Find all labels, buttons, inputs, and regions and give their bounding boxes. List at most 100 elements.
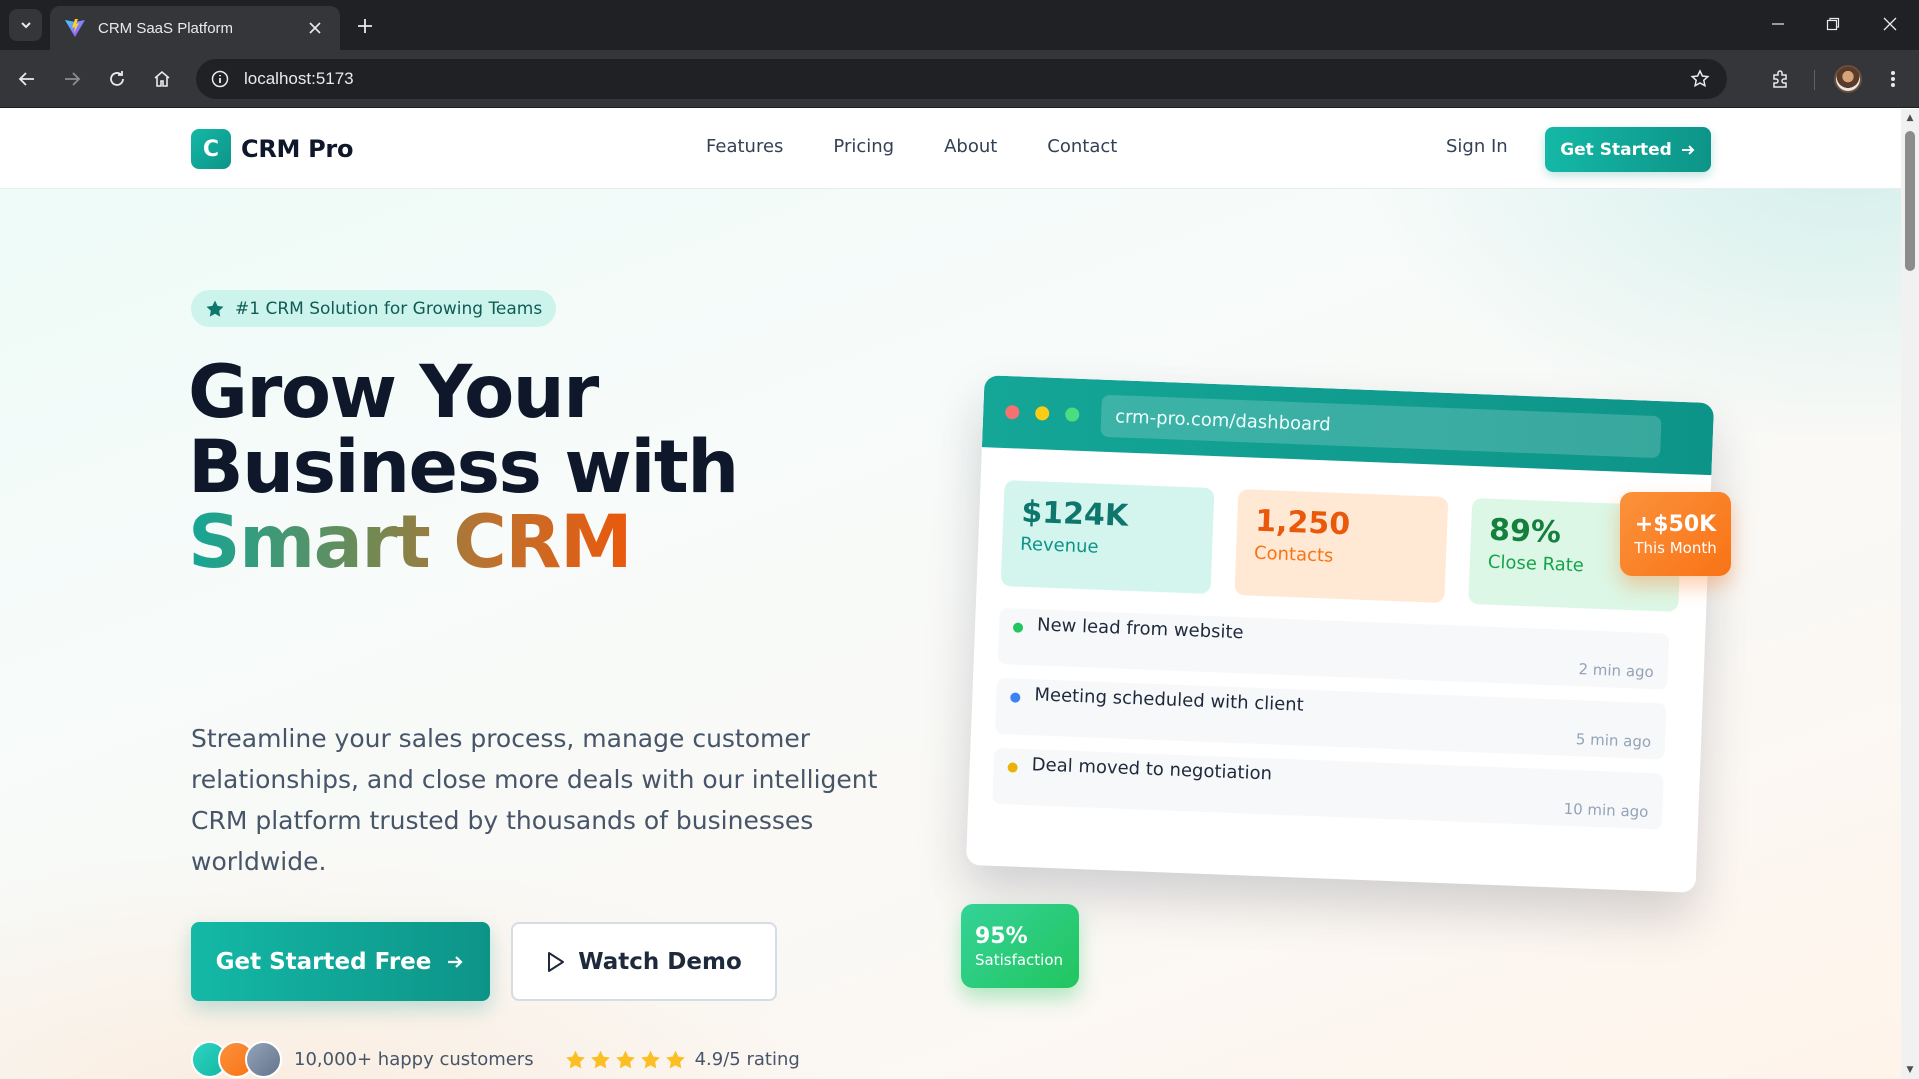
activity-dot-blue: [1010, 692, 1021, 703]
site-info-icon[interactable]: [206, 65, 234, 93]
forward-button[interactable]: [55, 62, 89, 96]
rating-stars: [564, 1049, 687, 1071]
watch-demo-button[interactable]: Watch Demo: [511, 922, 777, 1001]
dashboard-card: crm-pro.com/dashboard $124K Revenue 1,25…: [965, 375, 1715, 893]
dashboard-url: crm-pro.com/dashboard: [1100, 394, 1662, 459]
star-icon: [640, 1050, 660, 1068]
satisfaction-value: 95%: [975, 923, 1028, 949]
back-button[interactable]: [10, 62, 44, 96]
address-bar[interactable]: localhost:5173: [196, 59, 1727, 99]
brand-mark: C: [191, 129, 231, 169]
activity-time: 5 min ago: [1575, 730, 1652, 752]
sign-in-link[interactable]: Sign In: [1446, 136, 1508, 157]
extensions-button[interactable]: [1764, 62, 1798, 96]
arrow-right-icon: [65, 72, 81, 86]
monthly-gain-label: This Month: [1634, 538, 1717, 557]
activity-text: Meeting scheduled with client: [1034, 684, 1305, 716]
scroll-thumb[interactable]: [1905, 131, 1915, 271]
scroll-up-arrow-icon[interactable]: ▲: [1905, 113, 1915, 123]
page-scrollbar[interactable]: ▲ ▼: [1901, 109, 1919, 1079]
browser-tab[interactable]: CRM SaaS Platform: [50, 6, 340, 50]
star-icon: [565, 1050, 585, 1068]
activity-dot-yellow: [1007, 762, 1018, 773]
headline-highlight: Smart CRM: [188, 500, 633, 585]
brand-logo[interactable]: C CRM Pro: [191, 129, 353, 169]
stat-card-revenue: $124K Revenue: [1000, 480, 1215, 594]
hero-badge: #1 CRM Solution for Growing Teams: [191, 290, 557, 327]
get-started-button[interactable]: Get Started: [1545, 127, 1711, 172]
stat-label: Revenue: [1019, 533, 1099, 558]
profile-avatar[interactable]: [1834, 65, 1862, 93]
minimize-button[interactable]: [1758, 8, 1798, 40]
dashboard-preview: crm-pro.com/dashboard $124K Revenue 1,25…: [965, 375, 1715, 893]
activity-dot-green: [1012, 622, 1024, 633]
new-tab-button[interactable]: [351, 12, 379, 40]
primary-button-label: Get Started Free: [215, 948, 432, 975]
nav-link-pricing[interactable]: Pricing: [833, 136, 894, 157]
satisfaction-badge: 95% Satisfaction: [961, 904, 1079, 988]
bookmark-star-icon[interactable]: [1687, 66, 1713, 92]
stat-label: Contacts: [1253, 542, 1334, 567]
reload-button[interactable]: [100, 62, 134, 96]
activity-item: Meeting scheduled with client 5 min ago: [994, 677, 1667, 760]
get-started-free-button[interactable]: Get Started Free: [191, 922, 490, 1001]
play-icon: [548, 951, 565, 972]
secondary-button-label: Watch Demo: [578, 948, 742, 975]
site-header: C CRM Pro Features Pricing About Contact…: [0, 109, 1901, 189]
rating-text: 4.9/5 rating: [694, 1049, 800, 1070]
hero-headline: Grow Your Business with Smart CRM: [188, 355, 739, 580]
star-icon: [615, 1050, 635, 1068]
arrow-left-icon: [18, 72, 34, 86]
activity-item: New lead from website 2 min ago: [997, 607, 1670, 690]
nav-link-features[interactable]: Features: [706, 136, 783, 157]
stat-card-contacts: 1,250 Contacts: [1234, 488, 1449, 603]
stat-value: 1,250: [1254, 503, 1351, 543]
hero-badge-text: #1 CRM Solution for Growing Teams: [235, 298, 543, 319]
hero-subcopy: Streamline your sales process, manage cu…: [191, 724, 878, 876]
brand-name: CRM Pro: [241, 135, 354, 163]
window-dot-green: [1064, 407, 1080, 422]
get-started-label: Get Started: [1560, 139, 1672, 160]
close-window-button[interactable]: [1870, 8, 1910, 40]
satisfaction-label: Satisfaction: [975, 950, 1064, 969]
headline-line-2: Business with: [188, 425, 739, 510]
reload-icon: [110, 71, 124, 86]
main-nav: Features Pricing About Contact: [706, 136, 1167, 157]
activity-time: 10 min ago: [1563, 799, 1649, 821]
restore-button[interactable]: [1813, 8, 1853, 40]
nav-link-contact[interactable]: Contact: [1047, 136, 1117, 157]
customers-count: 10,000+ happy customers: [294, 1049, 534, 1070]
browser-toolbar: localhost:5173: [0, 50, 1919, 108]
puzzle-icon: [1773, 70, 1787, 88]
star-icon: [206, 300, 224, 317]
home-icon: [154, 70, 170, 87]
vite-logo-icon: [65, 19, 85, 37]
url-text: localhost:5173: [244, 69, 354, 88]
activity-time: 2 min ago: [1578, 660, 1655, 682]
window-dot-yellow: [1034, 406, 1050, 421]
minimize-icon: [1772, 23, 1784, 25]
tab-title: CRM SaaS Platform: [98, 19, 234, 37]
browser-tabstrip: CRM SaaS Platform: [0, 0, 1919, 50]
headline-line-1: Grow Your: [188, 350, 599, 435]
social-proof: 10,000+ happy customers 4.9/5 rating: [191, 1041, 800, 1078]
scroll-down-arrow-icon[interactable]: ▼: [1905, 1065, 1915, 1075]
home-button[interactable]: [145, 62, 179, 96]
browser-menu-button[interactable]: [1876, 62, 1910, 96]
toolbar-divider: [1814, 70, 1815, 90]
window-dot-red: [1005, 404, 1020, 420]
dashboard-titlebar: crm-pro.com/dashboard: [981, 375, 1715, 476]
star-icon: [665, 1050, 685, 1068]
plus-icon: [358, 19, 372, 33]
stat-value: $124K: [1020, 494, 1129, 534]
chevron-down-icon: [20, 22, 31, 29]
nav-link-about[interactable]: About: [944, 136, 997, 157]
kebab-menu-icon: [1891, 71, 1895, 87]
tab-close-icon[interactable]: [304, 17, 326, 39]
arrow-right-icon: [448, 955, 463, 968]
customer-avatar: [245, 1041, 282, 1078]
monthly-gain-badge: +$50K This Month: [1620, 492, 1731, 576]
page-viewport: C CRM Pro Features Pricing About Contact…: [0, 109, 1901, 1079]
star-icon: [590, 1050, 610, 1068]
tab-search-button[interactable]: [9, 9, 42, 41]
